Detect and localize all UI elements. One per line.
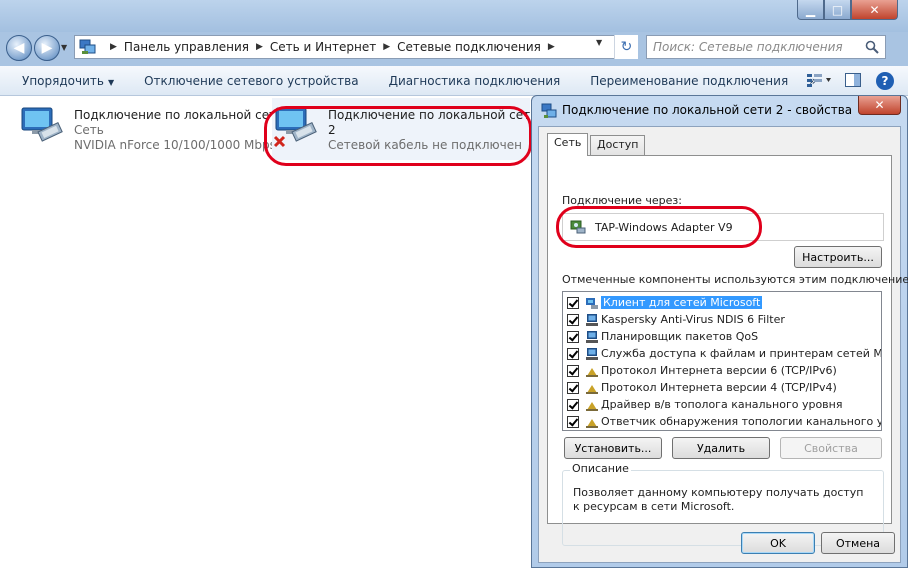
- breadcrumb-control-panel[interactable]: Панель управления: [124, 40, 249, 54]
- dialog-close-button[interactable]: ✕: [858, 96, 901, 115]
- component-checkbox[interactable]: [567, 296, 579, 309]
- component-checkbox[interactable]: [567, 330, 579, 343]
- connection-item-lan1[interactable]: Подключение по локальной сети Сеть NVIDI…: [18, 98, 287, 160]
- component-checkbox[interactable]: [567, 398, 579, 411]
- list-item[interactable]: Ответчик обнаружения топологии канальног…: [567, 413, 881, 430]
- search-input[interactable]: Поиск: Сетевые подключения: [646, 35, 886, 59]
- breadcrumb-network-connections[interactable]: Сетевые подключения: [397, 40, 541, 54]
- preview-pane-icon: [845, 72, 861, 90]
- disable-device-button[interactable]: Отключение сетевого устройства: [129, 74, 373, 88]
- organize-label: Упорядочить: [22, 73, 104, 88]
- protocol-icon: [585, 398, 599, 412]
- component-checkbox[interactable]: [567, 347, 579, 360]
- breadcrumb-network-internet[interactable]: Сеть и Интернет: [270, 40, 376, 54]
- component-label: Клиент для сетей Microsoft: [601, 296, 763, 309]
- component-checkbox[interactable]: [567, 313, 579, 326]
- highlight-annotation: [556, 206, 762, 248]
- uninstall-button[interactable]: Удалить: [672, 437, 770, 459]
- network-adapter-icon: [18, 104, 66, 150]
- command-bar: Упорядочить ▼ Отключение сетевого устройс…: [0, 66, 908, 96]
- component-label: Протокол Интернета версии 6 (TCP/IPv6): [601, 364, 837, 377]
- list-item[interactable]: Клиент для сетей Microsoft: [567, 294, 763, 311]
- preview-pane-button[interactable]: [836, 72, 870, 90]
- window-titlebar: ▁ □ ✕: [0, 0, 908, 32]
- properties-dialog: Подключение по локальной сети 2 - свойст…: [531, 95, 908, 568]
- description-title: Описание: [570, 462, 631, 475]
- view-options-icon: [806, 73, 832, 90]
- minimize-button[interactable]: ▁: [797, 0, 824, 20]
- components-label: Отмеченные компоненты используются этим …: [562, 273, 908, 286]
- computer-service-icon: [585, 313, 599, 327]
- list-item[interactable]: Планировщик пакетов QoS: [567, 328, 758, 345]
- recent-pages-dropdown-icon[interactable]: ▼: [61, 43, 67, 52]
- component-checkbox[interactable]: [567, 415, 579, 428]
- close-window-button[interactable]: ✕: [851, 0, 898, 20]
- tab-network[interactable]: Сеть: [547, 133, 589, 156]
- refresh-icon[interactable]: ↻: [614, 35, 638, 59]
- cancel-button[interactable]: Отмена: [821, 532, 895, 554]
- forward-button[interactable]: ▶: [34, 35, 60, 61]
- search-placeholder: Поиск: Сетевые подключения: [653, 40, 843, 54]
- diagnose-connection-button[interactable]: Диагностика подключения: [374, 74, 576, 88]
- protocol-icon: [585, 381, 599, 395]
- breadcrumb-separator-icon: ▶: [110, 42, 117, 52]
- connection-name: Подключение по локальной сети: [74, 108, 284, 122]
- computer-service-icon: [585, 330, 599, 344]
- help-icon[interactable]: ?: [876, 72, 894, 90]
- network-properties-icon: [541, 103, 557, 119]
- connection-status: Сеть: [74, 123, 104, 137]
- breadcrumb-separator-icon[interactable]: ▶: [548, 42, 555, 52]
- chevron-down-icon: ▼: [107, 77, 115, 87]
- navigation-bar: ◀ ▶ ▼ ▶ Панель управления ▶ Сеть и Интер…: [0, 32, 908, 62]
- back-button[interactable]: ◀: [6, 35, 32, 61]
- component-label: Kaspersky Anti-Virus NDIS 6 Filter: [601, 313, 785, 326]
- component-label: Ответчик обнаружения топологии канальног…: [601, 415, 881, 428]
- list-item[interactable]: Протокол Интернета версии 6 (TCP/IPv6): [567, 362, 837, 379]
- rename-connection-button[interactable]: Переименование подключения: [575, 74, 803, 88]
- component-label: Планировщик пакетов QoS: [601, 330, 759, 343]
- highlight-annotation: [264, 106, 532, 166]
- dialog-title: Подключение по локальной сети 2 - свойст…: [562, 103, 853, 117]
- organize-menu[interactable]: Упорядочить ▼: [0, 74, 129, 88]
- change-view-button[interactable]: [802, 73, 836, 90]
- component-checkbox[interactable]: [567, 364, 579, 377]
- view-controls: ?: [802, 66, 908, 96]
- connection-adapter: NVIDIA nForce 10/100/1000 Mbps...: [74, 138, 288, 152]
- list-item[interactable]: Драйвер в/в тополога канального уровня: [567, 396, 842, 413]
- breadcrumb-separator-icon[interactable]: ▶: [383, 42, 390, 52]
- install-button[interactable]: Установить...: [564, 437, 662, 459]
- configure-button[interactable]: Настроить...: [794, 246, 882, 268]
- ok-button[interactable]: OK: [741, 532, 815, 554]
- computer-service-icon: [585, 347, 599, 361]
- components-list: Клиент для сетей Microsoft Kaspersky Ant…: [562, 291, 882, 431]
- search-icon[interactable]: [865, 40, 879, 54]
- address-bar[interactable]: ▶ Панель управления ▶ Сеть и Интернет ▶ …: [74, 35, 638, 59]
- window-controls: ▁ □ ✕: [797, 0, 898, 20]
- maximize-button[interactable]: □: [824, 0, 851, 20]
- network-client-icon: [585, 296, 599, 310]
- component-label: Протокол Интернета версии 4 (TCP/IPv4): [601, 381, 837, 394]
- dialog-body: Сеть Доступ Подключение через: TAP-Windo…: [538, 126, 908, 563]
- network-tab-panel: Подключение через: TAP-Windows Adapter V…: [547, 155, 908, 546]
- breadcrumb-separator-icon[interactable]: ▶: [256, 42, 263, 52]
- list-item[interactable]: Протокол Интернета версии 4 (TCP/IPv4): [567, 379, 837, 396]
- properties-button[interactable]: Свойства: [780, 437, 882, 459]
- protocol-icon: [585, 364, 599, 378]
- list-item[interactable]: Kaspersky Anti-Virus NDIS 6 Filter: [567, 311, 785, 328]
- address-history-dropdown-icon[interactable]: ▼: [596, 38, 602, 47]
- component-checkbox[interactable]: [567, 381, 579, 394]
- component-label: Драйвер в/в тополога канального уровня: [601, 398, 843, 411]
- control-panel-icon: [79, 39, 97, 55]
- description-text: Позволяет данному компьютеру получать до…: [573, 486, 864, 513]
- tab-sharing[interactable]: Доступ: [590, 135, 646, 155]
- component-label: Служба доступа к файлам и принтерам сете…: [601, 347, 882, 360]
- connection-details: Подключение по локальной сети Сеть NVIDI…: [74, 108, 287, 153]
- list-item[interactable]: Служба доступа к файлам и принтерам сете…: [567, 345, 882, 362]
- protocol-icon: [585, 415, 599, 429]
